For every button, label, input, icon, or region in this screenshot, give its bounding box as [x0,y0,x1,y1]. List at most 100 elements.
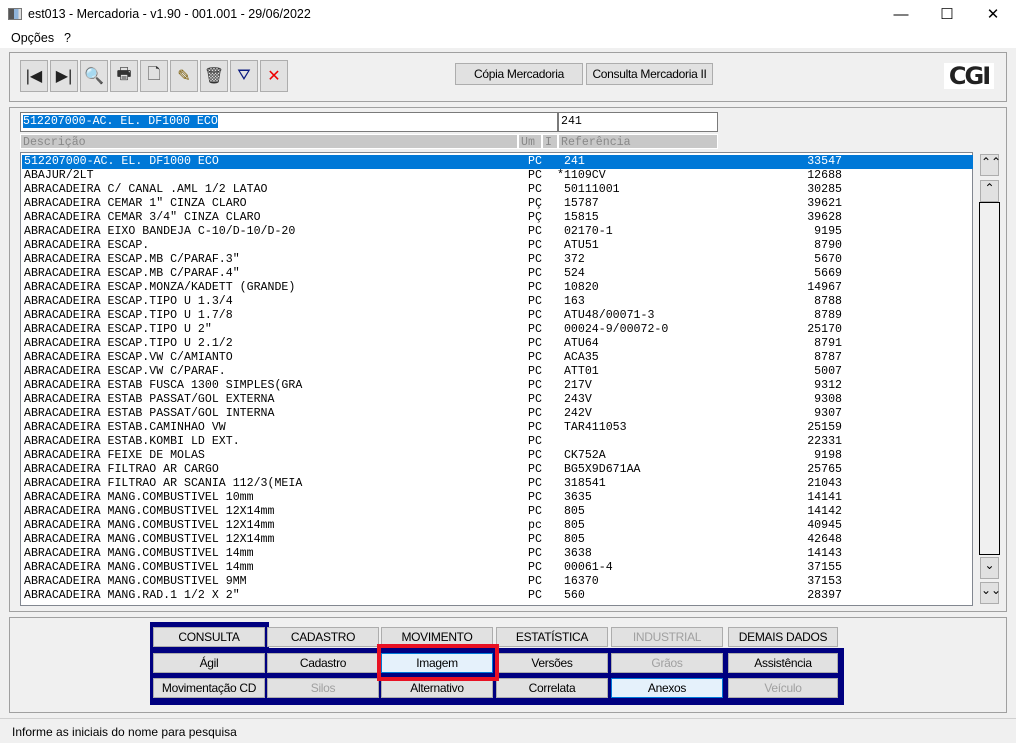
menu-help[interactable]: ? [64,31,71,45]
button-anexos[interactable]: Anexos [611,678,723,698]
cell-code: 25765 [807,463,842,476]
button-movimentacao-cd[interactable]: Movimentação CD [153,678,265,698]
table-row[interactable]: 512207000-AC. EL. DF1000 ECO PC 241 33547 [22,155,973,169]
tab-cadastro[interactable]: CADASTRO [267,627,379,647]
cell-code: 39621 [807,197,842,210]
cell-code: 8788 [814,295,842,308]
cell-description: ABRACADEIRA ESTAB.CAMINHAO VW [24,421,226,434]
table-row[interactable]: ABRACADEIRA MANG.COMBUSTIVEL 14mm PC 0006… [22,561,973,575]
button-correlata[interactable]: Correlata [496,678,608,698]
table-row[interactable]: ABRACADEIRA ESCAP.VW C/AMIANTO PC ACA35 87… [22,351,973,365]
last-record-icon-button[interactable]: ▶| [50,60,78,92]
cell-unit: PC [528,575,542,588]
menu-opcoes[interactable]: Opções [11,31,54,45]
cell-unit: PC [528,505,542,518]
table-row[interactable]: ABRACADEIRA ESCAP. PC ATU51 8790 [22,239,973,253]
table-row[interactable]: ABRACADEIRA ESCAP.TIPO U 1.3/4 PC 163 8788 [22,295,973,309]
table-row[interactable]: ABRACADEIRA MANG.COMBUSTIVEL 10mm PC 3635… [22,491,973,505]
cell-reference: 163 [557,295,585,308]
cell-unit: PC [528,323,542,336]
query-merchandise-ii-button[interactable]: Consulta Mercadoria II [586,63,713,85]
table-row[interactable]: ABRACADEIRA EIXO BANDEJA C-10/D-10/D-20 P… [22,225,973,239]
button-versoes[interactable]: Versões [496,653,608,673]
table-row[interactable]: ABRACADEIRA FILTRAO AR SCANIA 112/3(MEIA… [22,477,973,491]
button-assistencia[interactable]: Assistência [728,653,838,673]
scroll-top-button[interactable]: ⌃⌃ [980,154,1001,176]
cell-description: ABRACADEIRA MANG.COMBUSTIVEL 12X14mm [24,505,275,518]
filter-icon-button[interactable]: ⛛ [230,60,258,92]
cell-unit: PC [528,379,542,392]
cell-code: 9308 [814,393,842,406]
cell-description: ABRACADEIRA ESCAP.TIPO U 1.7/8 [24,309,233,322]
tab-consulta[interactable]: CONSULTA [153,627,265,647]
cell-code: 37155 [807,561,842,574]
cell-reference: 242V [557,407,592,420]
table-row[interactable]: ABRACADEIRA ESCAP.TIPO U 2.1/2 PC ATU64 87… [22,337,973,351]
new-document-icon-button[interactable]: 🗋 [140,60,168,92]
column-header-i[interactable]: I [542,134,558,149]
table-row[interactable]: ABRACADEIRA ESTAB.KOMBI LD EXT. PC 22331 [22,435,973,449]
table-row[interactable]: ABRACADEIRA ESCAP.VW C/PARAF. PC ATT01 500… [22,365,973,379]
cancel-icon-button[interactable]: ✕ [260,60,288,92]
tab-demais-dados[interactable]: DEMAIS DADOS [728,627,838,647]
close-button[interactable]: ✕ [970,0,1016,30]
cell-description: ABRACADEIRA ESCAP.MONZA/KADETT (GRANDE) [24,281,296,294]
print-icon-button[interactable]: 🖶 [110,60,138,92]
window-title: est013 - Mercadoria - v1.90 - 001.001 - … [28,7,311,21]
table-row[interactable]: ABAJUR/2LT PC *1109CV 12688 [22,169,973,183]
table-row[interactable]: ABRACADEIRA MANG.COMBUSTIVEL 14mm PC 3638… [22,547,973,561]
cell-unit: PC [528,155,542,168]
table-row[interactable]: ABRACADEIRA MANG.COMBUSTIVEL 12X14mm pc 8… [22,519,973,533]
copy-merchandise-button[interactable]: Cópia Mercadoria [455,63,583,85]
table-row[interactable]: ABRACADEIRA C/ CANAL .AML 1/2 LATAO PC 50… [22,183,973,197]
table-row[interactable]: ABRACADEIRA CEMAR 1" CINZA CLARO PÇ 15787… [22,197,973,211]
table-row[interactable]: ABRACADEIRA ESCAP.TIPO U 2" PC 00024-9/00… [22,323,973,337]
cell-reference: ATU51 [557,239,599,252]
table-row[interactable]: ABRACADEIRA FILTRAO AR CARGO PC BG5X9D671… [22,463,973,477]
reference-search-input[interactable]: 241 [558,112,718,132]
table-row[interactable]: ABRACADEIRA ESTAB.CAMINHAO VW PC TAR41105… [22,421,973,435]
scroll-up-button[interactable]: ⌃ [980,180,999,202]
button-agil[interactable]: Ágil [153,653,265,673]
minimize-button[interactable]: — [878,0,924,30]
table-row[interactable]: ABRACADEIRA ESTAB PASSAT/GOL EXTERNA PC 2… [22,393,973,407]
table-row[interactable]: ABRACADEIRA ESCAP.TIPO U 1.7/8 PC ATU48/0… [22,309,973,323]
table-row[interactable]: ABRACADEIRA CEMAR 3/4" CINZA CLARO PÇ 158… [22,211,973,225]
button-alternativo[interactable]: Alternativo [381,678,493,698]
merchandise-list[interactable]: 512207000-AC. EL. DF1000 ECO PC 241 33547 A… [20,152,973,606]
edit-icon-button[interactable]: ✎ [170,60,198,92]
table-row[interactable]: ABRACADEIRA MANG.COMBUSTIVEL 12X14mm PC 8… [22,505,973,519]
description-search-input[interactable]: 512207000-AC. EL. DF1000 ECO [20,112,558,132]
scrollbar-track[interactable] [979,202,1000,555]
column-header-unit[interactable]: Um [518,134,542,149]
scroll-bottom-button[interactable]: ⌄⌄ [980,582,1001,604]
cell-unit: PC [528,267,542,280]
cell-description: ABRACADEIRA C/ CANAL .AML 1/2 LATAO [24,183,268,196]
button-cadastro[interactable]: Cadastro [267,653,379,673]
scroll-down-button[interactable]: ⌄ [980,557,999,579]
button-veiculo: Veículo [728,678,838,698]
maximize-button[interactable]: ☐ [924,0,970,30]
cell-reference: ACA35 [557,351,599,364]
table-row[interactable]: ABRACADEIRA ESCAP.MB C/PARAF.3" PC 372 567… [22,253,973,267]
column-header-description[interactable]: Descrição [20,134,518,149]
table-row[interactable]: ABRACADEIRA MANG.RAD.1 1/2 X 2" PC 560 283… [22,589,973,603]
cell-code: 5669 [814,267,842,280]
table-row[interactable]: ABRACADEIRA MANG.COMBUSTIVEL 9MM PC 16370… [22,575,973,589]
cell-description: ABRACADEIRA MANG.COMBUSTIVEL 10mm [24,491,254,504]
tab-estatistica[interactable]: ESTATÍSTICA [496,627,608,647]
search-icon-button[interactable]: 🔍 [80,60,108,92]
cell-description: ABRACADEIRA MANG.COMBUSTIVEL 12X14mm [24,533,275,546]
table-row[interactable]: ABRACADEIRA MANG.COMBUSTIVEL 12X14mm PC 8… [22,533,973,547]
table-row[interactable]: ABRACADEIRA FEIXE DE MOLAS PC CK752A 9198 [22,449,973,463]
delete-icon-button[interactable]: 🗑 [200,60,228,92]
cell-code: 9312 [814,379,842,392]
table-row[interactable]: ABRACADEIRA ESTAB FUSCA 1300 SIMPLES(GRA… [22,379,973,393]
cell-unit: PC [528,351,542,364]
column-header-reference[interactable]: Referência [558,134,718,149]
first-record-icon-button[interactable]: |◀ [20,60,48,92]
table-row[interactable]: ABRACADEIRA ESTAB PASSAT/GOL INTERNA PC 2… [22,407,973,421]
table-row[interactable]: ABRACADEIRA ESCAP.MONZA/KADETT (GRANDE) P… [22,281,973,295]
table-row[interactable]: ABRACADEIRA ESCAP.MB C/PARAF.4" PC 524 566… [22,267,973,281]
cell-unit: PC [528,365,542,378]
